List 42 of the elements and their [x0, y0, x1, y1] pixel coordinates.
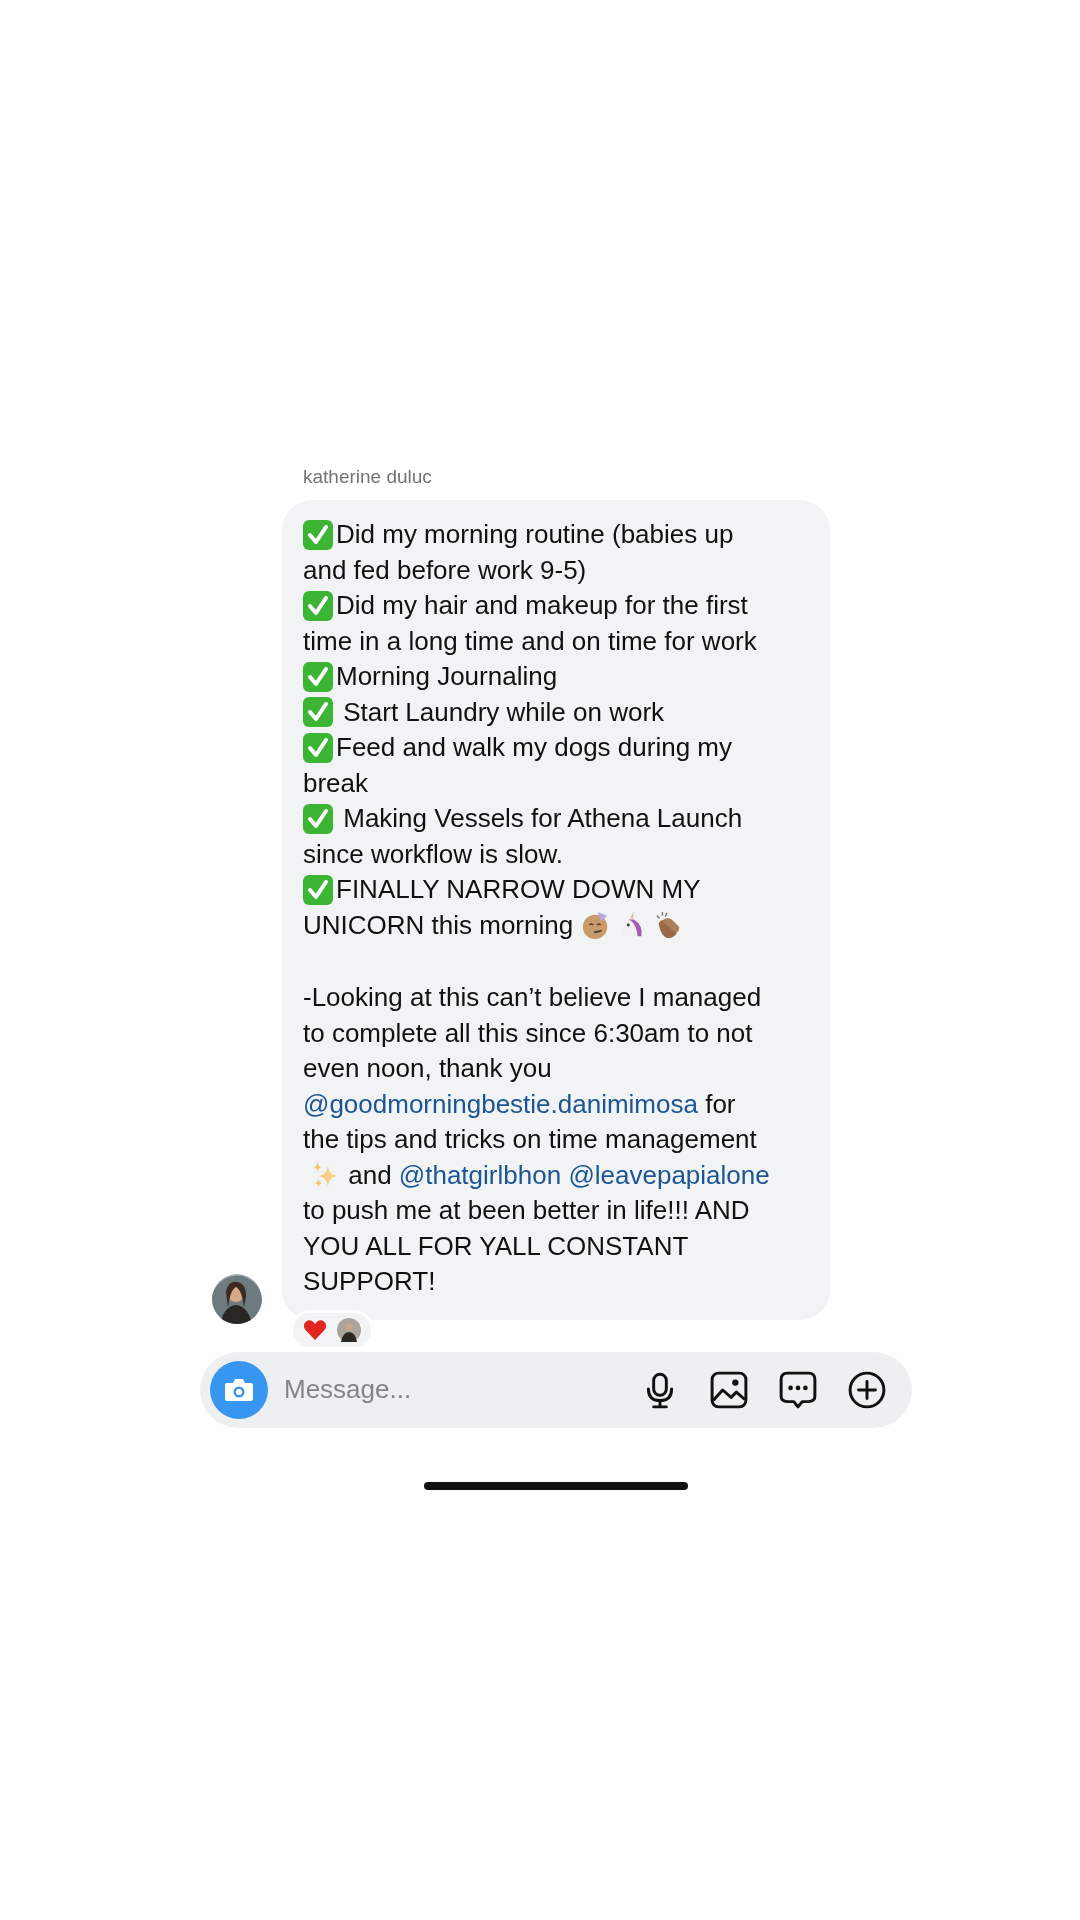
reactor-avatar [337, 1317, 361, 1342]
message-text: Did my morning routine (babies up [303, 517, 808, 553]
home-indicator[interactable] [424, 1481, 688, 1490]
message-text: and fed before work 9-5) [303, 553, 588, 587]
message-text: since workflow is slow. [303, 837, 565, 871]
message-text: SUPPORT! [303, 1265, 437, 1298]
message-text: Feed and walk my dogs during my [303, 730, 808, 766]
message-text: to complete all this since 6:30am to not [303, 1016, 754, 1050]
message-text: Making Vessels for Athena Launch [303, 801, 808, 837]
check-mark-icon [303, 661, 333, 692]
camera-icon [224, 1376, 254, 1403]
avatar[interactable] [212, 1274, 262, 1324]
message-text: @goodmorningbestie.danimimosa for [303, 1086, 808, 1122]
message-text: FINALLY NARROW DOWN MY [303, 872, 808, 908]
mention-link[interactable]: @thatgirlbhon [398, 1157, 562, 1193]
check-mark-icon [303, 590, 333, 621]
heart-icon [303, 1318, 327, 1341]
message-text: break [303, 766, 370, 800]
mention-link[interactable]: @goodmorningbestie.danimimosa [303, 1086, 698, 1122]
message-text: YOU ALL FOR YALL CONSTANT [303, 1229, 690, 1263]
mention-link[interactable]: @leavepapialone [568, 1157, 770, 1193]
check-mark-icon [303, 732, 333, 763]
message-text: to push me at been better in life!!! AND [303, 1194, 751, 1227]
chat-bubble-icon[interactable] [779, 1370, 817, 1409]
check-mark-icon [303, 874, 333, 905]
plus-icon[interactable] [848, 1370, 886, 1409]
sender-name: katherine duluc [303, 466, 433, 488]
message-text: time in a long time and on time for work [303, 624, 758, 658]
message-text: -Looking at this can’t believe I managed [303, 981, 763, 1014]
message-text: even noon, thank you [303, 1052, 553, 1085]
message-text: and @thatgirlbhon @leavepapialone [303, 1157, 808, 1193]
camera-button[interactable] [210, 1360, 268, 1419]
message-field[interactable]: Message... [282, 1373, 610, 1406]
message-text: Did my hair and makeup for the first [303, 588, 808, 624]
message-text: the tips and tricks on time management [303, 1123, 758, 1156]
message-text: Morning Journaling [303, 659, 808, 695]
check-mark-icon [303, 519, 333, 550]
image-icon[interactable] [710, 1370, 748, 1409]
message-text: Start Laundry while on work [303, 694, 808, 730]
message-text: UNICORN this morning [303, 907, 808, 943]
check-mark-icon [303, 697, 333, 728]
check-mark-icon [303, 803, 333, 834]
